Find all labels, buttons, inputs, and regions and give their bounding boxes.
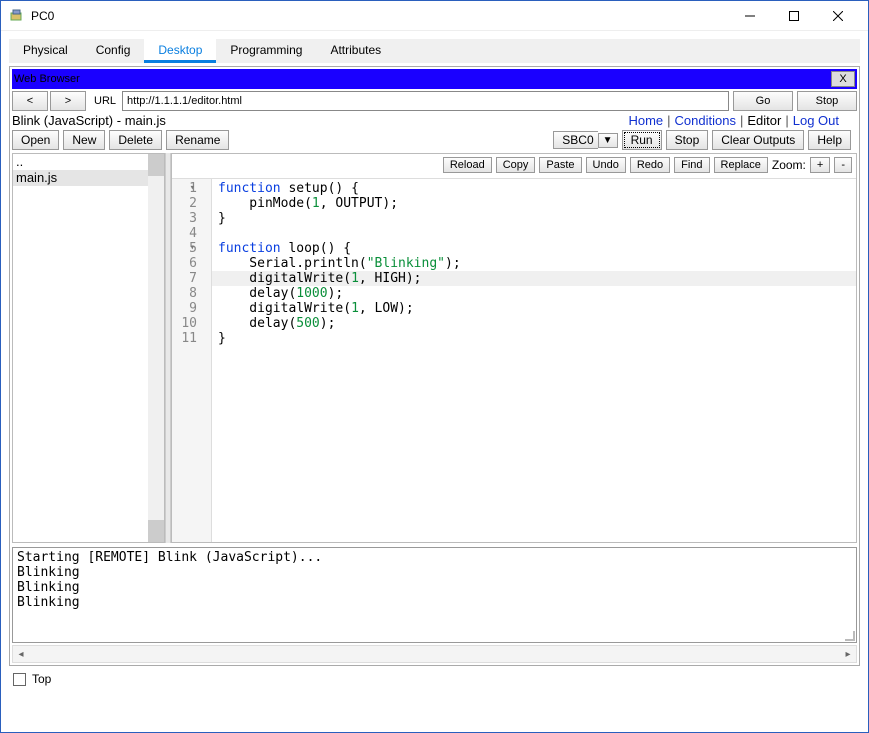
back-button[interactable]: < [12,91,48,111]
main-tabs: PhysicalConfigDesktopProgrammingAttribut… [9,39,860,63]
desktop-content: Web Browser X < > URL Go Stop Blink (Jav… [9,66,860,666]
link-home[interactable]: Home [628,113,663,128]
reload-button[interactable]: Reload [443,157,492,173]
url-label: URL [94,95,116,107]
new-button[interactable]: New [63,130,105,150]
editor-split: .. main.js Reload Copy Paste Undo Redo F… [12,153,857,543]
delete-button[interactable]: Delete [109,130,162,150]
rename-button[interactable]: Rename [166,130,229,150]
code-toolbar: Reload Copy Paste Undo Redo Find Replace… [172,154,856,178]
sbc-select[interactable]: SBC0▼ [553,131,617,149]
forward-button[interactable]: > [50,91,86,111]
replace-button[interactable]: Replace [714,157,768,173]
undo-button[interactable]: Undo [586,157,626,173]
tab-desktop[interactable]: Desktop [144,39,216,63]
help-button[interactable]: Help [808,130,851,150]
link-logout[interactable]: Log Out [793,113,839,128]
editor-header: Blink (JavaScript) - main.js Home| Condi… [12,113,857,128]
open-button[interactable]: Open [12,130,59,150]
tab-programming[interactable]: Programming [216,39,316,63]
redo-button[interactable]: Redo [630,157,670,173]
resize-handle[interactable] [843,629,855,641]
browser-title: Web Browser [14,73,80,85]
code-pane: Reload Copy Paste Undo Redo Find Replace… [171,153,857,543]
url-input[interactable] [122,91,729,111]
copy-button[interactable]: Copy [496,157,536,173]
file-main-js[interactable]: main.js [13,170,164,186]
zoom-in-button[interactable]: + [810,157,830,173]
runstop-button[interactable]: Stop [666,130,709,150]
url-row: < > URL Go Stop [12,91,857,111]
footer: Top [9,666,860,692]
file-dotdot[interactable]: .. [13,154,164,170]
browser-titlebar: Web Browser X [12,69,857,89]
stop-button[interactable]: Stop [797,91,857,111]
zoom-out-button[interactable]: - [834,157,852,173]
top-label: Top [32,672,51,686]
maximize-button[interactable] [772,2,816,30]
project-title: Blink (JavaScript) - main.js [12,113,166,128]
zoom-label: Zoom: [772,158,806,172]
tab-attributes[interactable]: Attributes [316,39,395,63]
file-scrollbar[interactable] [148,154,164,542]
link-editor: Editor [747,113,781,128]
output-console[interactable]: Starting [REMOTE] Blink (JavaScript)... … [12,547,857,643]
top-checkbox[interactable] [13,673,26,686]
header-links: Home| Conditions| Editor| Log Out [628,113,857,128]
window-title: PC0 [31,9,54,23]
run-button[interactable]: Run [622,130,662,150]
tab-config[interactable]: Config [82,39,145,63]
go-button[interactable]: Go [733,91,793,111]
find-button[interactable]: Find [674,157,709,173]
app-icon [9,8,25,24]
tab-physical[interactable]: Physical [9,39,82,63]
paste-button[interactable]: Paste [539,157,581,173]
link-conditions[interactable]: Conditions [675,113,736,128]
window-controls [728,2,860,30]
horizontal-scrollbar[interactable]: ◂▸ [12,645,857,663]
minimize-button[interactable] [728,2,772,30]
file-tree[interactable]: .. main.js [12,153,165,543]
titlebar: PC0 [1,1,868,31]
close-button[interactable] [816,2,860,30]
file-toolbar: Open New Delete Rename SBC0▼ Run Stop Cl… [12,130,857,150]
clear-outputs-button[interactable]: Clear Outputs [712,130,804,150]
code-editor[interactable]: 1▾2345▾67891011 function setup() { pinMo… [172,178,856,542]
browser-close-button[interactable]: X [831,71,855,87]
